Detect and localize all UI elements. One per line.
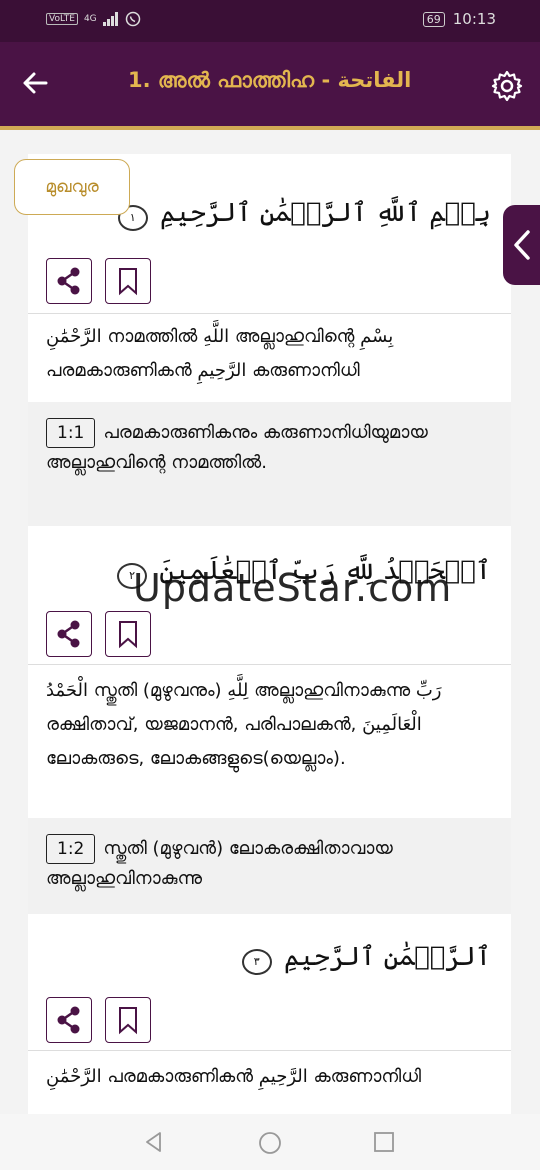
gear-icon[interactable] xyxy=(490,69,524,103)
signal-icon xyxy=(102,12,118,26)
share-button[interactable] xyxy=(46,997,92,1043)
verse-meaning: സ്തുതി (മുഴുവൻ) ലോകരക്ഷിതാവായ അല്ലാഹുവിന… xyxy=(46,838,393,889)
battery-indicator: 69 xyxy=(422,11,445,27)
back-arrow-icon[interactable] xyxy=(18,66,52,100)
clock: 10:13 xyxy=(452,10,496,28)
bookmark-icon xyxy=(119,1007,137,1035)
bookmark-icon xyxy=(119,621,137,649)
verse-reference: 1:2 xyxy=(46,834,96,864)
bookmark-button[interactable] xyxy=(105,258,151,304)
system-navigation-bar xyxy=(0,1114,540,1170)
divider xyxy=(28,664,511,665)
share-button[interactable] xyxy=(46,611,92,657)
ayah-arabic: ٱلرَّحۡمَٰنِ ٱلرَّحِيمِ ٣ xyxy=(241,942,491,975)
divider xyxy=(28,313,511,314)
word-translation: الرَّحْمَٰنِ നാമത്തിൽ اللَّهِ അല്ലാഹുവിന… xyxy=(46,326,394,381)
ayah-number-marker: ٣ xyxy=(241,949,272,975)
volte-badge: VoLTE xyxy=(46,13,78,25)
network-type: 4G xyxy=(83,14,97,24)
chevron-left-icon xyxy=(514,230,530,260)
word-translation: الْحَمْدُ സ്തുതി (മുഴുവനും) لِلَّهِ അല്ല… xyxy=(46,680,442,769)
bookmark-button[interactable] xyxy=(105,611,151,657)
bookmark-icon xyxy=(119,268,137,296)
verse-reference: 1:1 xyxy=(46,418,96,448)
nav-home-icon[interactable] xyxy=(257,1130,283,1156)
ayah-arabic: بِسۡمِ ٱللَّهِ ٱلرَّحۡمَٰنِ ٱلرَّحِيمِ ١ xyxy=(117,198,491,231)
intro-button[interactable]: മുഖവുര xyxy=(14,159,130,215)
share-icon xyxy=(57,1006,80,1034)
side-drawer-tab[interactable] xyxy=(503,205,540,285)
verse-list[interactable]: بِسۡمِ ٱللَّهِ ٱلرَّحۡمَٰنِ ٱلرَّحِيمِ ١… xyxy=(28,154,511,1114)
nav-recents-icon[interactable] xyxy=(372,1130,396,1154)
page-title: 1. അൽ ഫാത്തിഹ - الفاتحة xyxy=(128,68,412,92)
whatsapp-icon xyxy=(125,11,140,27)
verse-meaning-box: 1:2 സ്തുതി (മുഴുവൻ) ലോകരക്ഷിതാവായ അല്ലാഹു… xyxy=(28,818,511,914)
verse-meaning: പരമകാരുണികനും കരുണാനിധിയുമായ അല്ലാഹുവിന്… xyxy=(46,422,428,473)
share-icon xyxy=(57,620,80,648)
app-bar: 1. അൽ ഫാത്തിഹ - الفاتحة xyxy=(0,42,540,130)
divider xyxy=(28,1050,511,1051)
verse-meaning-box: 1:1 പരമകാരുണികനും കരുണാനിധിയുമായ അല്ലാഹുവ… xyxy=(28,402,511,526)
share-button[interactable] xyxy=(46,258,92,304)
status-bar: VoLTE 4G 69 10:13 xyxy=(0,0,540,42)
word-translation: الرَّحْمَٰنِ പരമകാരുണികൻ الرَّحِيمِ കരുണ… xyxy=(46,1066,422,1087)
watermark: UpdateStar.com xyxy=(133,566,453,610)
bookmark-button[interactable] xyxy=(105,997,151,1043)
nav-back-icon[interactable] xyxy=(142,1130,166,1154)
share-icon xyxy=(57,267,80,295)
